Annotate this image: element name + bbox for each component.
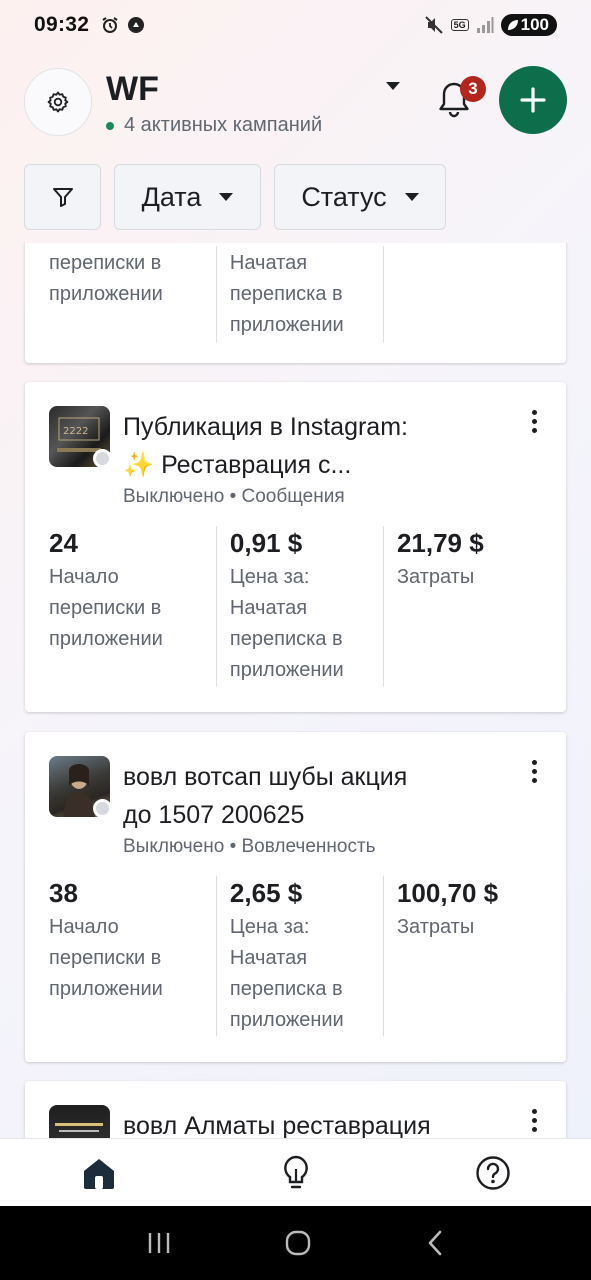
metric-spend (382, 246, 542, 342)
status-indicator (93, 799, 112, 818)
leaf-icon (507, 20, 518, 30)
mute-icon (424, 16, 443, 34)
metric-label: Начало переписки в приложении (49, 916, 163, 1000)
home-button-icon[interactable] (284, 1229, 312, 1257)
network-type: 5G (450, 19, 469, 31)
battery-level: 100 (520, 15, 549, 34)
metric-value: 2,65 $ (229, 878, 303, 908)
campaign-card[interactable]: вовл Алматы реставрация (25, 1081, 566, 1138)
svg-text:2222: 2222 (63, 426, 88, 437)
header: WF 4 активных кампаний 3 (24, 66, 567, 138)
notification-badge: 3 (460, 76, 486, 102)
metric-cost-per-result: 0,91 $ Цена за: Начатая переписка в прил… (215, 526, 383, 686)
metric-value: 21,79 $ (396, 528, 484, 558)
date-filter-label: Дата (141, 181, 202, 212)
metric-label: переписки в приложении (49, 252, 163, 305)
account-subtitle: 4 активных кампаний (106, 114, 322, 137)
create-campaign-button[interactable] (499, 66, 567, 134)
recent-apps-icon[interactable] (146, 1231, 172, 1255)
account-switcher-caret-icon[interactable] (386, 82, 400, 90)
metric-label: Цена за: Начатая переписка в приложении (229, 916, 344, 1031)
status-bar: 09:32 5G 100 (0, 0, 591, 50)
campaign-title[interactable]: вовл Алматы реставрация (123, 1107, 506, 1138)
filter-bar: Дата Статус (24, 164, 446, 230)
campaign-metrics: 24 Начало переписки в приложении 0,91 $ … (49, 526, 542, 686)
signal-icon (476, 17, 494, 33)
more-options-icon[interactable] (532, 760, 538, 783)
metric-results: 38 Начало переписки в приложении (49, 876, 216, 1036)
metric-value: 38 (49, 878, 78, 908)
more-options-icon[interactable] (532, 1109, 538, 1132)
campaign-title[interactable]: вовл вотсап шубы акция до 1507 200625 (123, 758, 506, 834)
campaign-thumbnail (49, 1105, 110, 1138)
metric-label: Затраты (396, 566, 475, 588)
app-notification-icon (128, 17, 145, 33)
campaign-card[interactable]: вовл вотсап шубы акция до 1507 200625 Вы… (25, 732, 566, 1062)
lightbulb-icon (283, 1155, 308, 1188)
more-options-icon[interactable] (532, 410, 538, 433)
back-icon[interactable] (425, 1229, 445, 1257)
metric-cost-per-result: Начатая переписка в приложении (215, 246, 383, 342)
active-campaigns-count: 4 активных кампаний (124, 114, 323, 136)
metric-label: Затраты (396, 916, 475, 938)
status-filter-dropdown[interactable]: Статус (274, 164, 446, 230)
active-status-dot (106, 121, 114, 130)
campaign-list[interactable]: переписки в приложении Начатая переписка… (0, 243, 591, 1138)
metric-label: Начатая переписка в приложении (229, 252, 344, 336)
chevron-down-icon (219, 193, 234, 201)
status-filter-label: Статус (301, 181, 387, 212)
settings-button[interactable] (24, 68, 92, 136)
plus-icon (520, 87, 546, 113)
campaign-meta: Выключено • Вовлеченность (123, 836, 376, 857)
campaign-metrics: переписки в приложении Начатая переписка… (49, 246, 542, 342)
metric-label: Цена за: Начатая переписка в приложении (229, 566, 344, 681)
home-icon (83, 1158, 114, 1189)
metric-value: 100,70 $ (396, 878, 499, 908)
alarm-icon (102, 17, 118, 33)
metric-label: Начало переписки в приложении (49, 566, 163, 650)
filter-button[interactable] (24, 164, 101, 230)
nav-insights[interactable] (266, 1143, 326, 1203)
status-time: 09:32 (34, 13, 90, 36)
metric-spend: 100,70 $ Затраты (382, 876, 542, 1036)
bottom-navigation (0, 1138, 591, 1206)
campaign-card[interactable]: 2222 Публикация в Instagram: ✨ Реставрац… (25, 382, 566, 712)
system-navigation-bar (0, 1206, 591, 1280)
metric-results: переписки в приложении (49, 246, 216, 342)
campaign-card[interactable]: переписки в приложении Начатая переписка… (25, 243, 566, 363)
funnel-icon (52, 188, 73, 207)
campaign-title[interactable]: Публикация в Instagram: ✨ Реставрация с.… (123, 408, 506, 484)
status-indicator (93, 449, 112, 468)
metric-results: 24 Начало переписки в приложении (49, 526, 216, 686)
campaign-metrics: 38 Начало переписки в приложении 2,65 $ … (49, 876, 542, 1036)
metric-value: 0,91 $ (229, 528, 303, 558)
account-name[interactable]: WF (106, 70, 159, 109)
nav-help[interactable] (463, 1143, 523, 1203)
gear-icon (47, 91, 69, 113)
campaign-meta: Выключено • Сообщения (123, 486, 345, 507)
battery-indicator: 100 (500, 14, 557, 36)
date-filter-dropdown[interactable]: Дата (114, 164, 261, 230)
nav-home[interactable] (69, 1143, 129, 1203)
chevron-down-icon (404, 193, 419, 201)
metric-cost-per-result: 2,65 $ Цена за: Начатая переписка в прил… (215, 876, 383, 1036)
help-icon (475, 1155, 510, 1190)
metric-value: 24 (49, 528, 78, 558)
metric-spend: 21,79 $ Затраты (382, 526, 542, 686)
